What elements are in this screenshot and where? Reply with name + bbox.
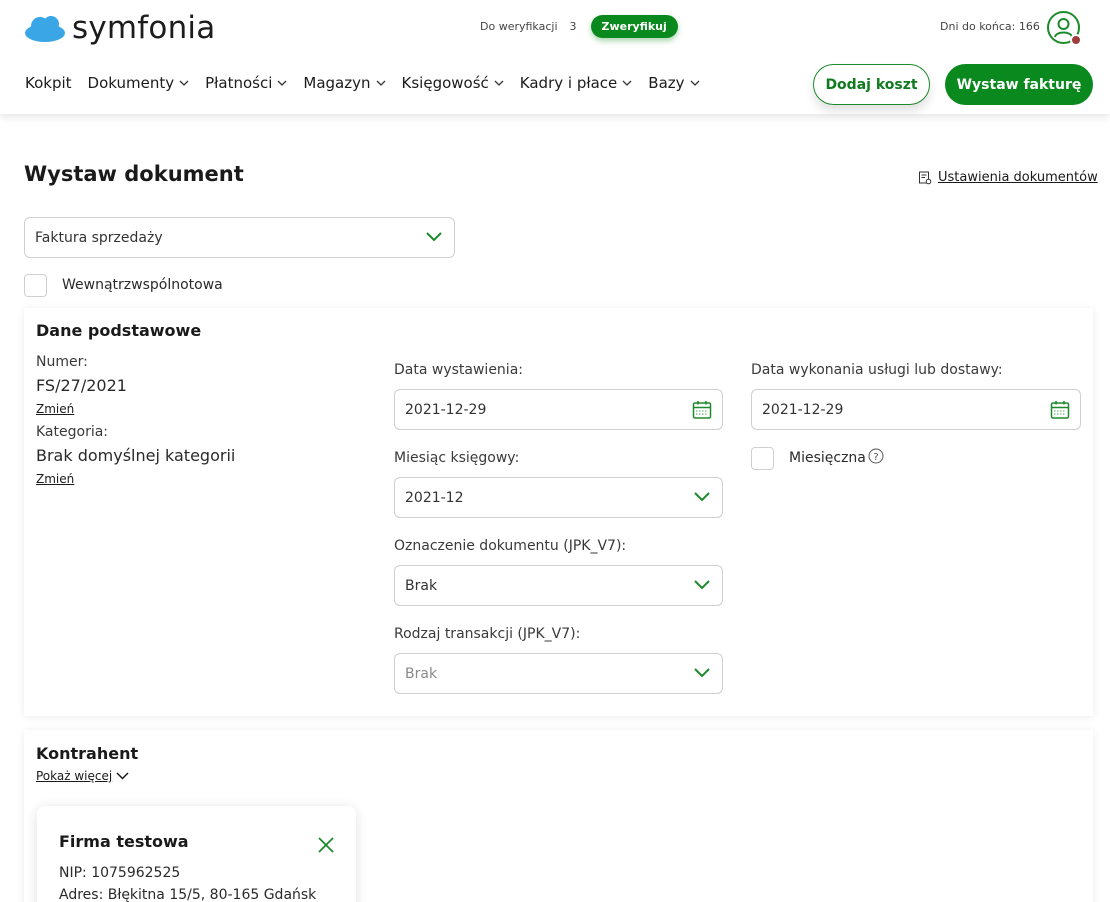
nav-item-bazy[interactable]: Bazy: [648, 74, 699, 92]
number-label: Numer:: [36, 354, 88, 370]
change-category-link[interactable]: Zmień: [36, 472, 74, 486]
issue-date-label: Data wystawienia:: [394, 362, 523, 378]
number-value: FS/27/2021: [36, 376, 127, 395]
document-marking-select[interactable]: Brak: [394, 565, 723, 606]
contractor-card: Firma testowa NIP: 1075962525 Adres: Błę…: [37, 806, 356, 902]
days-remaining: Dni do końca: 166: [940, 20, 1040, 33]
verify-count: 3: [569, 20, 577, 33]
company-name: Firma testowa: [59, 832, 189, 851]
basic-data-title: Dane podstawowe: [36, 321, 202, 340]
nav-item-płatności[interactable]: Płatności: [205, 74, 287, 92]
service-date-label: Data wykonania usługi lub dostawy:: [751, 362, 1003, 378]
top-header: symfonia Do weryfikacji 3 Zweryfikuj Dni…: [0, 0, 1110, 114]
chevron-down-icon: [694, 491, 710, 501]
basic-data-section: Dane podstawowe Numer: FS/27/2021 Zmień …: [24, 308, 1093, 716]
page-title: Wystaw dokument: [24, 162, 244, 186]
user-avatar[interactable]: [1047, 11, 1082, 46]
close-icon[interactable]: [317, 836, 335, 854]
show-more-link[interactable]: Pokaż więcej: [36, 769, 129, 783]
nav-item-label: Kokpit: [25, 74, 72, 92]
document-marking-label: Oznaczenie dokumentu (JPK_V7):: [394, 538, 627, 554]
document-settings-link[interactable]: Ustawienia dokumentów: [918, 170, 1098, 185]
transaction-type-select[interactable]: Brak: [394, 653, 723, 694]
status-dot: [1070, 34, 1082, 46]
chevron-down-icon: [277, 80, 287, 86]
nav-item-kadry-i-płace[interactable]: Kadry i płace: [520, 74, 633, 92]
nav-item-label: Płatności: [205, 74, 273, 92]
transaction-type-value: Brak: [405, 665, 438, 682]
contractor-title: Kontrahent: [36, 744, 139, 763]
main-navigation: Kokpit Dokumenty Płatności Magazyn Księgowoś…: [25, 74, 716, 92]
intra-community-label: Wewnątrzwspólnotowa: [62, 277, 223, 293]
issue-date-input[interactable]: 2021-12-29: [394, 389, 723, 430]
verification-status: Do weryfikacji 3 Zweryfikuj: [480, 15, 678, 38]
chevron-down-icon: [376, 80, 385, 86]
nav-item-label: Magazyn: [303, 74, 371, 92]
service-date-value: 2021-12-29: [762, 401, 844, 418]
nav-item-magazyn[interactable]: Magazyn: [303, 74, 385, 92]
symfonia-logo[interactable]: symfonia: [24, 10, 215, 46]
svg-text:?: ?: [873, 452, 878, 463]
monthly-checkbox[interactable]: [751, 447, 774, 470]
brand-name: symfonia: [72, 10, 216, 46]
accounting-month-value: 2021-12: [405, 489, 464, 506]
add-cost-button[interactable]: Dodaj koszt: [813, 64, 930, 105]
nav-item-kokpit[interactable]: Kokpit: [25, 74, 72, 92]
company-nip: NIP: 1075962525: [59, 865, 181, 881]
calendar-icon[interactable]: [692, 400, 712, 420]
accounting-month-label: Miesiąc księgowy:: [394, 450, 520, 466]
nav-item-label: Kadry i płace: [519, 74, 618, 92]
chevron-down-icon: [694, 579, 710, 589]
category-value: Brak domyślnej kategorii: [36, 446, 236, 465]
issue-invoice-button[interactable]: Wystaw fakturę: [945, 64, 1093, 105]
verify-label: Do weryfikacji: [480, 20, 558, 33]
help-icon[interactable]: ?: [868, 448, 884, 464]
chevron-down-icon: [694, 667, 710, 677]
chevron-down-icon: [690, 80, 699, 86]
cloud-icon: [25, 16, 65, 42]
chevron-down-icon: [622, 80, 632, 86]
company-address: Adres: Błękitna 15/5, 80-165 Gdańsk: [59, 887, 317, 902]
document-settings-label: Ustawienia dokumentów: [938, 170, 1098, 185]
nav-item-dokumenty[interactable]: Dokumenty: [88, 74, 190, 92]
monthly-label: Miesięczna: [789, 450, 866, 466]
change-number-link[interactable]: Zmień: [36, 402, 74, 416]
service-date-input[interactable]: 2021-12-29: [751, 389, 1081, 430]
document-settings-icon: [919, 171, 932, 184]
nav-item-księgowość[interactable]: Księgowość: [402, 74, 504, 92]
document-marking-value: Brak: [405, 577, 438, 594]
nav-item-label: Księgowość: [401, 74, 489, 92]
nav-item-label: Bazy: [648, 74, 685, 92]
show-more-label: Pokaż więcej: [36, 769, 113, 783]
chevron-down-icon: [494, 80, 504, 86]
accounting-month-select[interactable]: 2021-12: [394, 477, 723, 518]
transaction-type-label: Rodzaj transakcji (JPK_V7):: [394, 626, 581, 642]
intra-community-checkbox[interactable]: [24, 274, 47, 297]
chevron-down-icon: [116, 772, 129, 780]
document-type-select[interactable]: Faktura sprzedaży: [24, 217, 455, 258]
chevron-down-icon: [426, 231, 442, 241]
chevron-down-icon: [179, 80, 189, 86]
verify-button[interactable]: Zweryfikuj: [590, 15, 678, 38]
calendar-icon[interactable]: [1050, 400, 1070, 420]
category-label: Kategoria:: [36, 424, 109, 440]
nav-item-label: Dokumenty: [87, 74, 175, 92]
issue-date-value: 2021-12-29: [405, 401, 487, 418]
document-type-value: Faktura sprzedaży: [35, 229, 163, 246]
